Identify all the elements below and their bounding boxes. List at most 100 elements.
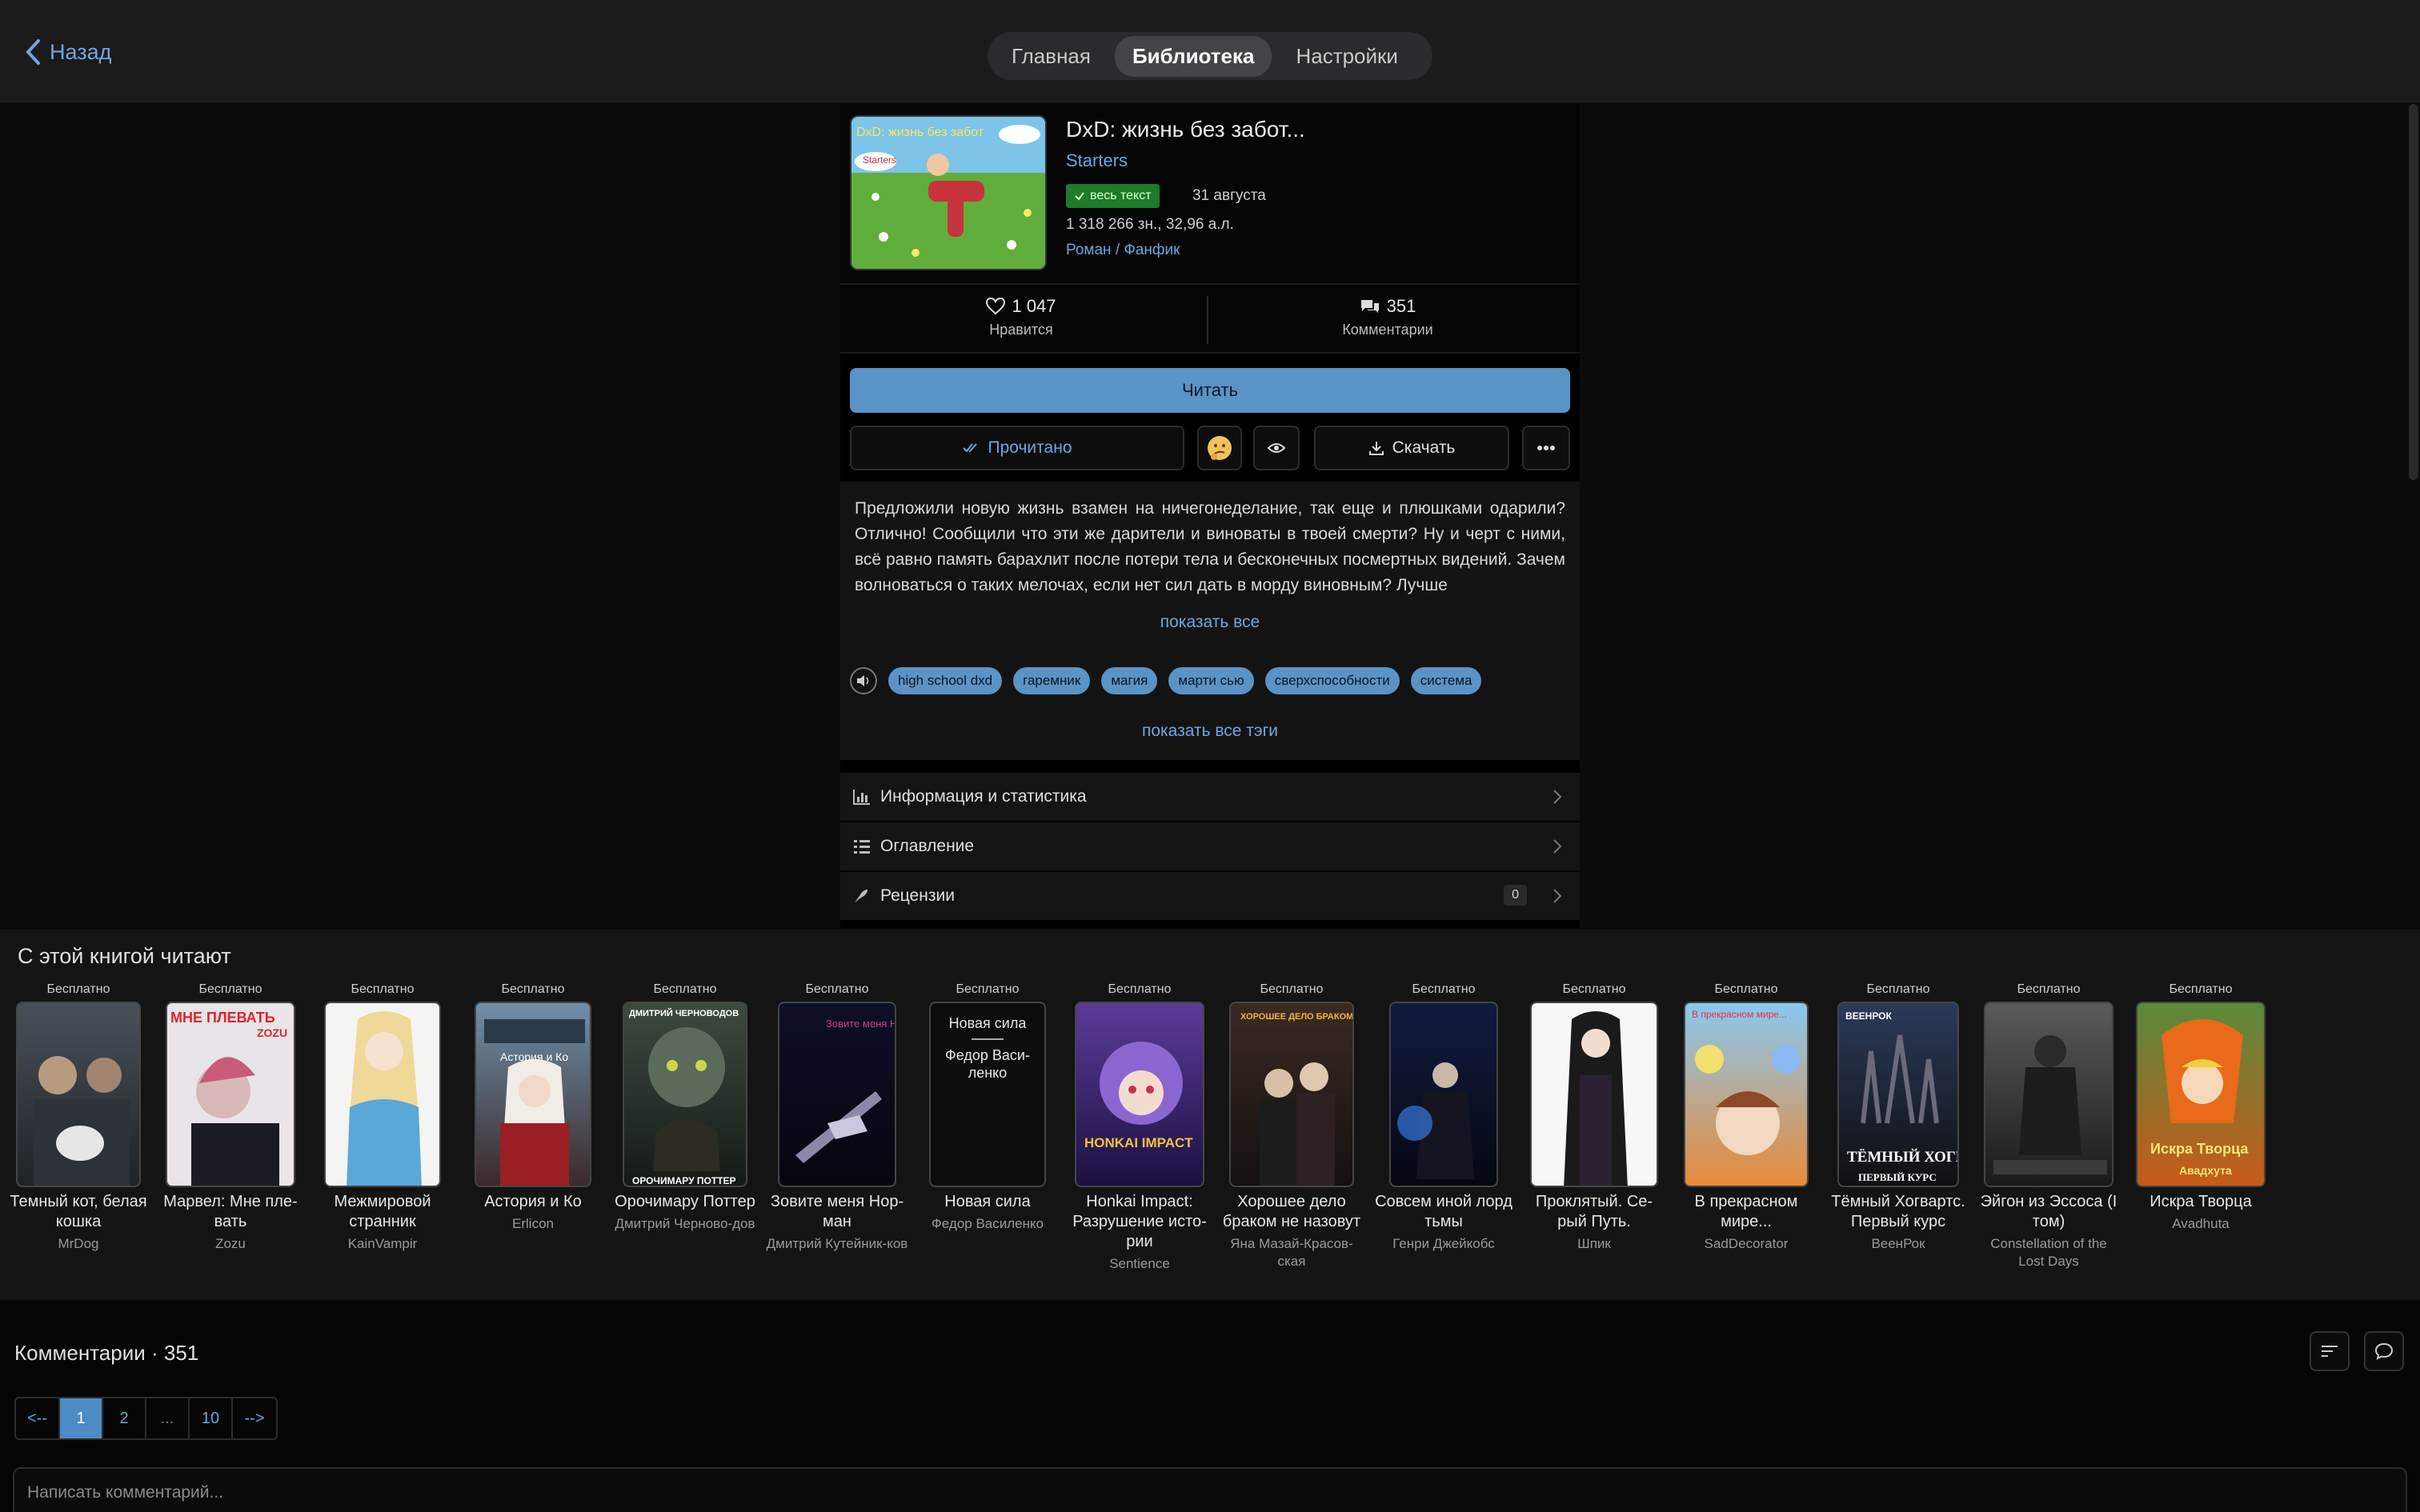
chat-bubble-icon bbox=[2374, 1342, 2394, 1360]
rec-book-author: Генри Джейкобс bbox=[1392, 1236, 1495, 1251]
rec-book-title: Зовите меня Нор-ман bbox=[770, 1193, 904, 1230]
rec-book-cover: МНЕ ПЛЕВАТЬ ZOZU bbox=[166, 1002, 295, 1187]
page-next[interactable]: --> bbox=[233, 1398, 276, 1438]
genre-line: Роман / Фанфик bbox=[1066, 242, 1180, 259]
svg-text:Искра Творца: Искра Творца bbox=[2150, 1141, 2249, 1157]
rec-book-card[interactable]: Бесплатно МНЕ ПЛЕВАТЬ ZOZU Марвел: Мне пл… bbox=[158, 982, 302, 1253]
eye-icon bbox=[1268, 443, 1285, 453]
sort-comments-button[interactable] bbox=[2310, 1331, 2350, 1371]
scrollbar[interactable] bbox=[2409, 104, 2418, 480]
rec-book-card[interactable]: Бесплатно ВЕЕНРОК ТЁМНЫЙ ХОГВАРТС ПЕРВЫЙ К… bbox=[1826, 982, 1970, 1253]
more-button[interactable] bbox=[1522, 426, 1570, 470]
thinking-emoji-icon bbox=[1208, 436, 1232, 460]
genre-link-fanfic[interactable]: Фанфик bbox=[1124, 242, 1180, 258]
page-10[interactable]: 10 bbox=[190, 1398, 233, 1438]
back-button[interactable]: Назад bbox=[24, 38, 111, 66]
svg-text:Авадхута: Авадхута bbox=[2179, 1164, 2232, 1177]
info-stats-section[interactable]: Информация и статистика bbox=[840, 773, 1580, 821]
rec-book-title: Эйгон из Эссоса (I том) bbox=[1980, 1193, 2118, 1230]
toc-section[interactable]: Оглавление bbox=[840, 822, 1580, 870]
read-button[interactable]: Читать bbox=[850, 368, 1570, 413]
rec-book-cover: ХОРОШЕЕ ДЕЛО БРАКОМ НЕ НАЗОВУТ bbox=[1229, 1002, 1354, 1187]
price-label: Бесплатно bbox=[501, 982, 565, 996]
rec-book-card[interactable]: Бесплатно HONKAI IMPACT Honkai Impact: Р… bbox=[1068, 982, 1212, 1273]
svg-text:HONKAI IMPACT: HONKAI IMPACT bbox=[1084, 1135, 1193, 1150]
rec-book-card[interactable]: Бесплатно Зовите меня Норман Зовите меня… bbox=[765, 982, 909, 1253]
rec-book-cover: Искра Творца Авадхута bbox=[2136, 1002, 2266, 1187]
rec-book-card[interactable]: Бесплатно Темный кот, белая кошка MrDog bbox=[6, 982, 150, 1253]
heart-icon bbox=[986, 298, 1006, 315]
tag-chip[interactable]: high school dxd bbox=[888, 667, 1003, 694]
cover-art: Искра Творца Авадхута bbox=[2150, 1019, 2249, 1177]
rec-book-card[interactable]: Бесплатно ХОРОШЕЕ ДЕЛО БРАКОМ НЕ НАЗОВУТ… bbox=[1220, 982, 1364, 1270]
comments-stat[interactable]: 351 Комментарии bbox=[1228, 296, 1548, 338]
download-button[interactable]: Скачать bbox=[1314, 426, 1509, 470]
book-header: DxD: жизнь без забот Starters DxD: жизнь… bbox=[840, 104, 1580, 285]
rec-book-card[interactable]: Бесплатно Астория и Ко Астория и Ко Erli… bbox=[461, 982, 605, 1233]
reaction-button[interactable] bbox=[1197, 426, 1242, 470]
page-2[interactable]: 2 bbox=[103, 1398, 146, 1438]
read-status-button[interactable]: Прочитано bbox=[850, 426, 1184, 470]
download-icon bbox=[1368, 442, 1384, 455]
svg-text:ДМИТРИЙ ЧЕРНОВОДОВ: ДМИТРИЙ ЧЕРНОВОДОВ bbox=[629, 1008, 739, 1018]
book-cover[interactable]: DxD: жизнь без забот Starters bbox=[850, 115, 1047, 270]
page-1[interactable]: 1 bbox=[60, 1398, 103, 1438]
rec-book-cover: В прекрасном мире... bbox=[1684, 1002, 1809, 1187]
rec-book-card[interactable]: Бесплатно Новая сила Федор Васи-ленко Но… bbox=[916, 982, 1060, 1233]
new-comment-button[interactable] bbox=[2364, 1331, 2404, 1371]
tag-chip[interactable]: гаремник bbox=[1013, 667, 1091, 694]
rec-book-title: В прекрасном мире... bbox=[1694, 1193, 1798, 1230]
rec-book-title: Тёмный Хогвартс. Первый курс bbox=[1831, 1193, 1965, 1230]
show-all-description-link[interactable]: показать все bbox=[840, 613, 1580, 632]
show-all-tags-link[interactable]: показать все тэги bbox=[840, 722, 1580, 741]
rec-book-card[interactable]: Бесплатно В прекрасном мире... В прекрас… bbox=[1674, 982, 1818, 1253]
quill-icon bbox=[855, 890, 867, 902]
rec-book-title: Искра Творца bbox=[2150, 1193, 2252, 1210]
author-link[interactable]: Starters bbox=[1066, 150, 1128, 171]
likes-stat[interactable]: 1 047 Нравится bbox=[861, 296, 1181, 338]
svg-text:В прекрасном мире...: В прекрасном мире... bbox=[1692, 1009, 1787, 1020]
cover-art bbox=[347, 1011, 422, 1186]
rec-book-card[interactable]: Бесплатно Эйгон из Эссоса (I том) Conste… bbox=[1977, 982, 2121, 1270]
rec-book-cover: ВЕЕНРОК ТЁМНЫЙ ХОГВАРТС ПЕРВЫЙ КУРС bbox=[1837, 1002, 1959, 1187]
rec-book-card[interactable]: Бесплатно Искра Творца Авадхута Искра Тво… bbox=[2129, 982, 2273, 1233]
tag-chip[interactable]: марти сью bbox=[1168, 667, 1254, 694]
svg-text:ВЕЕНРОК: ВЕЕНРОК bbox=[1845, 1010, 1893, 1022]
rec-book-card[interactable]: Бесплатно Межмировой странник KainVampir bbox=[311, 982, 455, 1253]
comments-pagination: <-- 1 2 ... 10 --> bbox=[14, 1397, 278, 1440]
bar-chart-icon bbox=[853, 790, 870, 805]
book-panel: DxD: жизнь без забот Starters DxD: жизнь… bbox=[840, 104, 1580, 928]
price-label: Бесплатно bbox=[1260, 982, 1324, 996]
svg-text:ZOZU: ZOZU bbox=[257, 1026, 287, 1039]
cover-author: Федор Васи-ленко bbox=[945, 1047, 1030, 1081]
tag-chip[interactable]: система bbox=[1410, 667, 1482, 694]
rec-book-author: Constellation of the Lost Days bbox=[1990, 1236, 2107, 1269]
rec-book-card[interactable]: Бесплатно Проклятый. Се-рый Путь. Шпик bbox=[1522, 982, 1666, 1253]
chevron-right-icon bbox=[1553, 839, 1562, 854]
tab-home[interactable]: Главная bbox=[994, 36, 1108, 77]
price-label: Бесплатно bbox=[2017, 982, 2081, 996]
tag-chip[interactable]: магия bbox=[1101, 667, 1158, 694]
rec-book-title: Орочимару Поттер bbox=[615, 1193, 755, 1210]
page-prev[interactable]: <-- bbox=[16, 1398, 60, 1438]
status-badge: весь текст bbox=[1066, 184, 1160, 208]
genre-link-novel[interactable]: Роман bbox=[1066, 242, 1112, 258]
cover-art bbox=[1564, 1011, 1628, 1186]
text-to-speech-button[interactable] bbox=[850, 667, 877, 694]
comment-input[interactable] bbox=[13, 1467, 2407, 1512]
rec-book-card[interactable]: Бесплатно Совсем иной лорд тьмы Генри Дж… bbox=[1372, 982, 1516, 1253]
cover-art: МНЕ ПЛЕВАТЬZOZU bbox=[170, 1010, 287, 1186]
cover-art bbox=[1993, 1035, 2107, 1174]
tab-settings[interactable]: Настройки bbox=[1278, 36, 1416, 77]
update-date: 31 августа bbox=[1192, 187, 1266, 204]
toc-label: Оглавление bbox=[880, 837, 975, 855]
tag-chip[interactable]: сверхспособности bbox=[1264, 667, 1400, 694]
rec-book-cover bbox=[1984, 1002, 2113, 1187]
tab-library[interactable]: Библиотека bbox=[1114, 35, 1272, 77]
rec-book-cover bbox=[324, 1002, 441, 1187]
watch-button[interactable] bbox=[1253, 426, 1300, 470]
price-label: Бесплатно bbox=[805, 982, 869, 996]
reviews-section[interactable]: Рецензии 0 bbox=[840, 872, 1580, 920]
price-label: Бесплатно bbox=[1714, 982, 1778, 996]
rec-book-card[interactable]: Бесплатно ДМИТРИЙ ЧЕРНОВОДОВ ОРОЧИМАРУ ПО… bbox=[613, 982, 757, 1233]
